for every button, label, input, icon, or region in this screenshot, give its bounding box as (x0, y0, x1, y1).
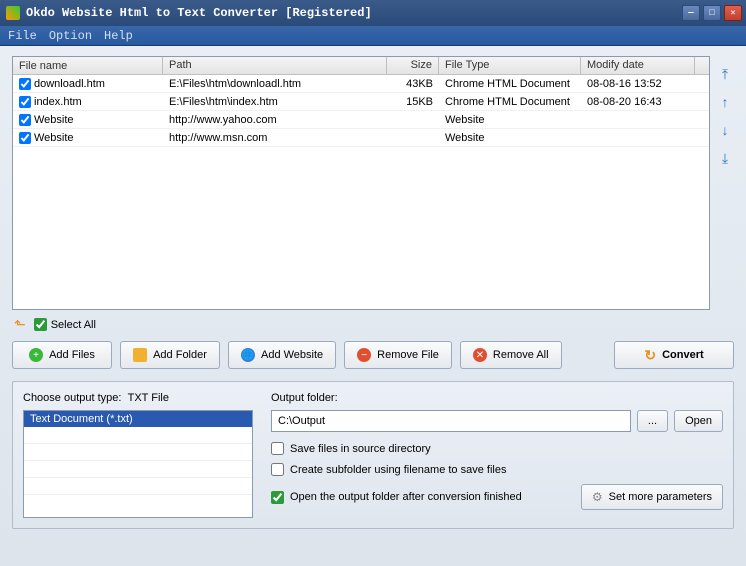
cell-date (581, 137, 695, 139)
convert-button[interactable]: Convert (614, 341, 734, 369)
output-folder-label: Output folder: (271, 392, 723, 404)
cell-path: E:\Files\htm\downloadl.htm (163, 77, 387, 91)
select-all-label: Select All (51, 319, 96, 331)
table-header: File name Path Size File Type Modify dat… (13, 57, 709, 75)
file-table: File name Path Size File Type Modify dat… (12, 56, 710, 310)
table-body: downloadl.htm E:\Files\htm\downloadl.htm… (13, 75, 709, 309)
main-panel: File name Path Size File Type Modify dat… (0, 46, 746, 566)
x-icon: ✕ (473, 348, 487, 362)
row-checkbox[interactable] (19, 96, 31, 108)
table-row[interactable]: Website http://www.yahoo.com Website (13, 111, 709, 129)
list-item-blank (24, 461, 252, 478)
cell-filename: Website (34, 114, 74, 126)
cell-filename: index.htm (34, 96, 82, 108)
folder-icon (133, 348, 147, 362)
cell-type: Chrome HTML Document (439, 95, 581, 109)
cell-path: E:\Files\htm\index.htm (163, 95, 387, 109)
convert-icon (644, 348, 656, 362)
header-filetype[interactable]: File Type (439, 57, 581, 74)
output-type-section: Choose output type: TXT File Text Docume… (23, 392, 253, 518)
close-button[interactable]: ✕ (724, 5, 742, 21)
titlebar: Okdo Website Html to Text Converter [Reg… (0, 0, 746, 26)
table-row[interactable]: Website http://www.msn.com Website (13, 129, 709, 147)
select-all-row: ⬑ Select All (12, 310, 734, 339)
plus-icon: + (29, 348, 43, 362)
header-path[interactable]: Path (163, 57, 387, 74)
list-item-blank (24, 427, 252, 444)
file-area: File name Path Size File Type Modify dat… (12, 56, 734, 310)
reorder-buttons: ⤒ ↑ ↓ ⤓ (716, 56, 734, 310)
table-row[interactable]: downloadl.htm E:\Files\htm\downloadl.htm… (13, 75, 709, 93)
cell-type: Website (439, 113, 581, 127)
cell-date: 08-08-20 16:43 (581, 95, 695, 109)
select-all-input[interactable] (34, 318, 47, 331)
save-source-checkbox[interactable]: Save files in source directory (271, 442, 723, 455)
cell-size: 43KB (387, 77, 439, 91)
cell-path: http://www.msn.com (163, 131, 387, 145)
add-folder-button[interactable]: Add Folder (120, 341, 220, 369)
menu-option[interactable]: Option (49, 29, 92, 43)
cell-path: http://www.yahoo.com (163, 113, 387, 127)
output-type-list[interactable]: Text Document (*.txt) (23, 410, 253, 518)
minus-icon: − (357, 348, 371, 362)
cell-filename: downloadl.htm (34, 78, 105, 90)
row-checkbox[interactable] (19, 78, 31, 90)
move-bottom-icon[interactable]: ⤓ (717, 150, 733, 166)
row-checkbox[interactable] (19, 132, 31, 144)
window-controls: — □ ✕ (682, 5, 742, 21)
browse-button[interactable]: ... (637, 410, 668, 432)
cell-date (581, 119, 695, 121)
choose-output-type-label: Choose output type: TXT File (23, 392, 253, 404)
open-after-checkbox[interactable]: Open the output folder after conversion … (271, 491, 522, 504)
create-subfolder-input[interactable] (271, 463, 284, 476)
remove-all-button[interactable]: ✕Remove All (460, 341, 562, 369)
more-parameters-button[interactable]: ⚙ Set more parameters (581, 484, 723, 510)
header-date[interactable]: Modify date (581, 57, 695, 74)
cell-date: 08-08-16 13:52 (581, 77, 695, 91)
list-item-blank (24, 478, 252, 495)
move-top-icon[interactable]: ⤒ (717, 66, 733, 82)
cell-type: Website (439, 131, 581, 145)
cell-filename: Website (34, 132, 74, 144)
select-all-checkbox[interactable]: Select All (34, 318, 96, 331)
open-folder-button[interactable]: Open (674, 410, 723, 432)
output-type-value: TXT File (128, 392, 169, 404)
move-up-icon[interactable]: ↑ (717, 94, 733, 110)
maximize-button[interactable]: □ (703, 5, 721, 21)
open-after-input[interactable] (271, 491, 284, 504)
create-subfolder-checkbox[interactable]: Create subfolder using filename to save … (271, 463, 723, 476)
cell-size (387, 119, 439, 121)
menubar: File Option Help (0, 26, 746, 46)
toolbar: +Add Files Add Folder 🌐Add Website −Remo… (12, 341, 734, 369)
add-website-button[interactable]: 🌐Add Website (228, 341, 336, 369)
save-source-input[interactable] (271, 442, 284, 455)
output-folder-input[interactable] (271, 410, 631, 432)
output-folder-row: ... Open (271, 410, 723, 432)
up-folder-icon[interactable]: ⬑ (14, 316, 26, 333)
row-checkbox[interactable] (19, 114, 31, 126)
list-item[interactable]: Text Document (*.txt) (24, 411, 252, 427)
add-files-button[interactable]: +Add Files (12, 341, 112, 369)
output-panel: Choose output type: TXT File Text Docume… (12, 381, 734, 529)
cell-type: Chrome HTML Document (439, 77, 581, 91)
globe-icon: 🌐 (241, 348, 255, 362)
cell-size: 15KB (387, 95, 439, 109)
app-icon (6, 6, 20, 20)
minimize-button[interactable]: — (682, 5, 700, 21)
header-size[interactable]: Size (387, 57, 439, 74)
output-folder-section: Output folder: ... Open Save files in so… (271, 392, 723, 518)
gear-icon: ⚙ (592, 490, 603, 504)
remove-file-button[interactable]: −Remove File (344, 341, 452, 369)
window-title: Okdo Website Html to Text Converter [Reg… (26, 6, 682, 20)
move-down-icon[interactable]: ↓ (717, 122, 733, 138)
header-filename[interactable]: File name (13, 57, 163, 74)
menu-help[interactable]: Help (104, 29, 133, 43)
table-row[interactable]: index.htm E:\Files\htm\index.htm 15KB Ch… (13, 93, 709, 111)
list-item-blank (24, 444, 252, 461)
cell-size (387, 137, 439, 139)
menu-file[interactable]: File (8, 29, 37, 43)
